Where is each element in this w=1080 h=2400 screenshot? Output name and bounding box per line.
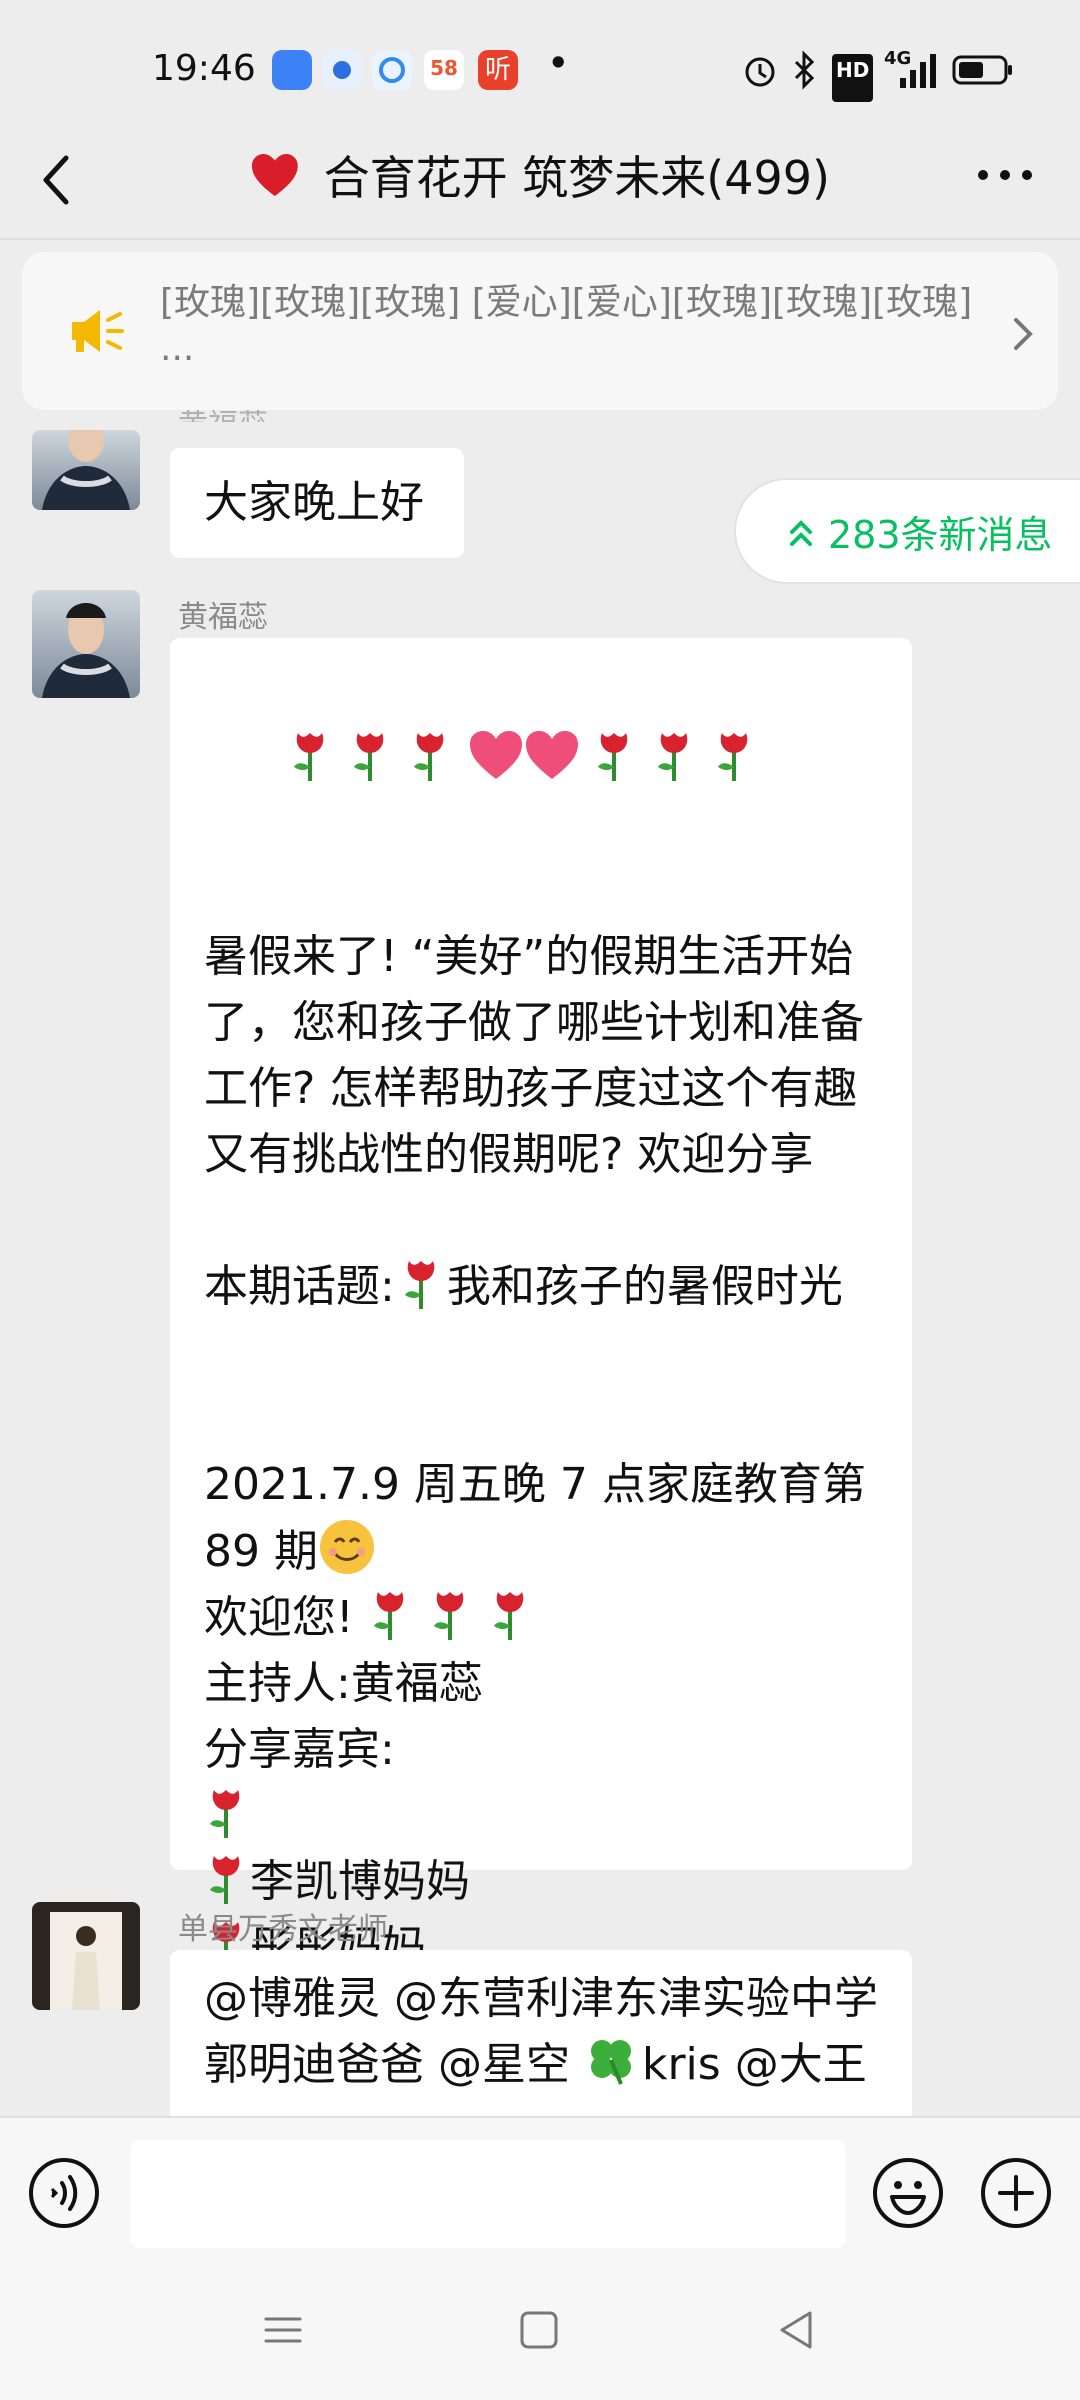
rose-emoji — [404, 1261, 435, 1309]
rose-emoji — [210, 1856, 240, 1904]
app-icon-target — [322, 50, 362, 90]
message-text: @博雅灵 @东营利津东津实验中学 — [204, 1973, 878, 2024]
rose-line — [204, 1783, 878, 1849]
app-icon-blue — [272, 50, 312, 90]
heart-icon — [251, 153, 298, 197]
megaphone-icon — [72, 310, 124, 352]
emoji-icon[interactable] — [872, 2157, 944, 2229]
new-messages-button[interactable]: 283条新消息 — [734, 478, 1080, 584]
message-text — [204, 1320, 878, 1386]
message-text — [204, 858, 878, 924]
mention-line: 郭明迪爸爸 @星空 kris @大王 — [204, 2032, 878, 2098]
message-text: 89 期 — [204, 1526, 318, 1577]
battery-icon — [952, 55, 1012, 85]
topic-line: 本期话题: 我和孩子的暑假时光 — [204, 1254, 878, 1320]
message-text: 大家晚上好 — [204, 477, 424, 528]
topic-text: 我和孩子的暑假时光 — [446, 1261, 843, 1312]
rose-emoji — [353, 733, 384, 781]
pink-heart-emoji — [525, 731, 578, 779]
message-text: 了，您和孩子做了哪些计划和准备 — [204, 997, 864, 1048]
rose-emoji — [293, 733, 324, 781]
message-text — [204, 1386, 878, 1452]
smile-emoji — [319, 1520, 374, 1574]
plus-icon[interactable] — [980, 2157, 1052, 2229]
new-messages-count: 283条新消息 — [828, 513, 1053, 557]
app-icon-ting: 听 — [478, 50, 518, 90]
message-text: 李凯博妈妈 — [250, 1856, 470, 1907]
message-text: 郭明迪爸爸 @星空 — [204, 2039, 584, 2090]
back-button[interactable] — [36, 150, 76, 210]
avatar[interactable] — [32, 1902, 140, 2010]
avatar[interactable] — [32, 590, 140, 698]
status-time: 19:46 — [152, 48, 256, 89]
message-text: 分享嘉宾: — [204, 1724, 395, 1775]
clover-emoji — [590, 2040, 631, 2085]
group-announcement-banner[interactable]: [玫瑰][玫瑰][玫瑰] [爱心][爱心][玫瑰][玫瑰][玫瑰] ... — [22, 252, 1058, 410]
message-text: 暑假来了! “美好”的假期生活开始 — [204, 931, 854, 982]
welcome-line: 欢迎您! — [204, 1585, 878, 1651]
announcement-text: [玫瑰][玫瑰][玫瑰] [爱心][爱心][玫瑰][玫瑰][玫瑰] ... — [160, 282, 973, 369]
message-text: 工作? 怎样帮助孩子度过这个有趣 — [204, 1063, 858, 1114]
signal-icon — [900, 54, 936, 88]
message-text: 2021.7.9 周五晚 7 点家庭教育第 — [204, 1459, 866, 1510]
rose-emoji — [413, 733, 444, 781]
app-icon-58: 58 — [424, 50, 464, 90]
rose-emoji — [433, 1592, 463, 1640]
message-text: 本期话题: — [204, 1261, 395, 1312]
chat-title: 合育花开 筑梦未来(499) — [323, 151, 830, 205]
chat-title-bar: 合育花开 筑梦未来(499) — [250, 145, 830, 205]
message-text: 欢迎您! — [204, 1592, 354, 1643]
rose-emoji — [657, 733, 688, 781]
rose-emoji — [373, 1592, 403, 1640]
message-bubble[interactable]: 暑假来了! “美好”的假期生活开始 了，您和孩子做了哪些计划和准备 工作? 怎样… — [170, 638, 912, 1973]
sender-name: 单县万秀文老师 — [178, 1912, 388, 1947]
message-bubble[interactable]: @博雅灵 @东营利津东津实验中学 郭明迪爸爸 @星空 kris @大王 — [170, 1950, 912, 2116]
rose-emoji — [493, 1592, 523, 1640]
double-chevron-up-icon — [790, 520, 812, 546]
bluetooth-icon — [794, 50, 815, 90]
message-input[interactable] — [130, 2140, 846, 2248]
rose-emoji — [210, 1790, 240, 1838]
status-bar: 19:46 58 听 • HD 4G — [0, 0, 1080, 140]
emoji-line — [204, 652, 878, 858]
app-icon-browser — [372, 50, 412, 90]
rose-emoji — [597, 733, 628, 781]
notification-dot: • — [548, 44, 569, 82]
avatar[interactable] — [32, 430, 140, 510]
message-text: 又有挑战性的假期呢? 欢迎分享 — [204, 1129, 814, 1180]
alarm-icon — [745, 57, 775, 87]
pink-heart-emoji — [469, 731, 522, 779]
issue-line: 89 期 — [204, 1518, 878, 1585]
more-options-button[interactable] — [975, 160, 1035, 190]
sender-name: 黄福蕊 — [178, 600, 268, 635]
voice-icon[interactable] — [28, 2157, 100, 2229]
home-square-icon[interactable] — [514, 2305, 564, 2355]
message-bubble[interactable]: 大家晚上好 — [170, 448, 464, 558]
message-text: 主持人:黄福蕊 — [204, 1658, 483, 1709]
menu-icon[interactable] — [258, 2305, 308, 2355]
back-triangle-icon[interactable] — [772, 2305, 822, 2355]
message-text — [204, 1188, 878, 1254]
hd-badge: HD — [832, 54, 874, 102]
message-text: kris @大王 — [641, 2039, 867, 2090]
chevron-right-icon — [1014, 318, 1033, 350]
rose-emoji — [717, 733, 748, 781]
